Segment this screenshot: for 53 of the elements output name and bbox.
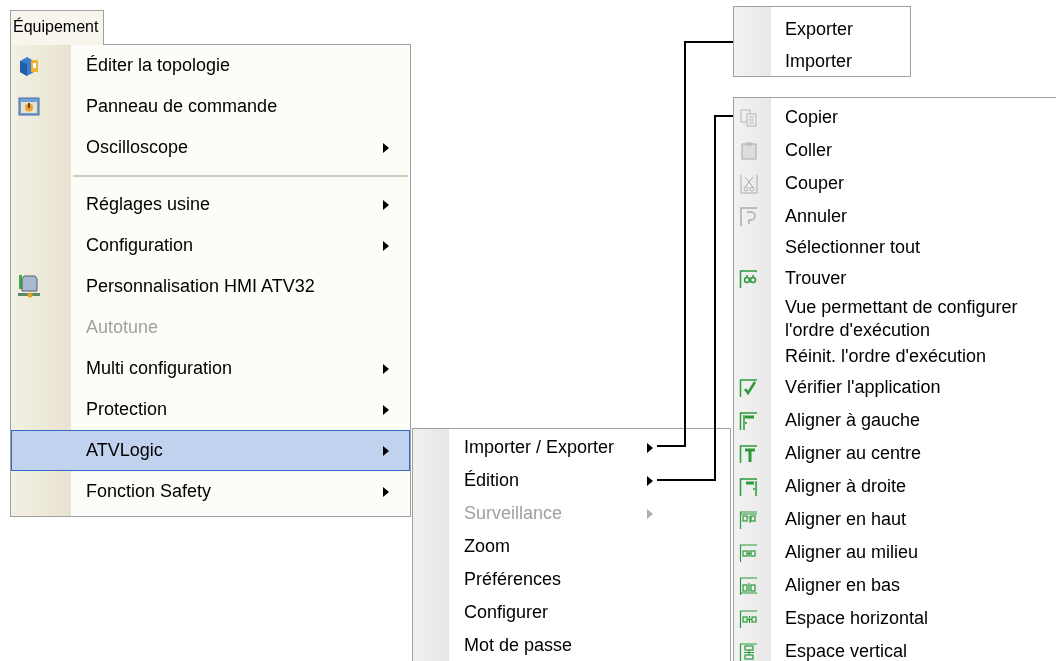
menu-item[interactable]: Protection: [11, 389, 410, 430]
align-right-icon: [739, 476, 759, 497]
menu-item[interactable]: Annuler: [734, 200, 1056, 233]
menu-item[interactable]: Sélectionner tout: [734, 233, 1056, 262]
align-middle-icon: [739, 542, 759, 563]
menu-item[interactable]: Éditer la topologie: [11, 45, 410, 86]
menu-item[interactable]: Vérifier l'application: [734, 371, 1056, 404]
menu-item[interactable]: Fonction Safety: [11, 471, 410, 512]
menu-tab[interactable]: Équipement: [10, 10, 104, 45]
menu-item[interactable]: Configurer: [413, 596, 730, 629]
menu-item[interactable]: Zoom: [413, 530, 730, 563]
clipboard-icon: [739, 140, 759, 161]
align-top-icon: [739, 509, 759, 530]
menu-item[interactable]: Aligner au centre: [734, 437, 1056, 470]
server-icon: [18, 273, 40, 300]
menu-item[interactable]: Édition: [413, 464, 730, 497]
menu-item[interactable]: Couper: [734, 167, 1056, 200]
menu-item[interactable]: Multi configuration: [11, 348, 410, 389]
menu-item[interactable]: Exporter: [734, 13, 910, 45]
undo-icon: [739, 206, 759, 227]
horizontal-spacing-icon: [739, 608, 759, 629]
align-bottom-icon: [739, 575, 759, 596]
binoculars-icon: [739, 268, 759, 289]
menu-item[interactable]: Espace horizontal: [734, 602, 1056, 635]
menu-item[interactable]: Réglages usine: [11, 184, 410, 225]
menu-item[interactable]: Aligner en bas: [734, 569, 1056, 602]
menu-item[interactable]: Importer: [734, 45, 910, 77]
menu-item[interactable]: ATVLogic: [11, 430, 410, 471]
menu-item[interactable]: Aligner à gauche: [734, 404, 1056, 437]
scissors-icon: [739, 173, 759, 194]
align-left-icon: [739, 410, 759, 431]
menu-item[interactable]: Importer / Exporter: [413, 431, 730, 464]
window-icon: [18, 96, 40, 117]
vertical-spacing-icon: [739, 641, 759, 661]
menu-item[interactable]: Copier: [734, 101, 1056, 134]
menu-item[interactable]: Trouver: [734, 262, 1056, 295]
menu-item[interactable]: Espace vertical: [734, 635, 1056, 661]
menu-item[interactable]: Aligner en haut: [734, 503, 1056, 536]
menu-item[interactable]: Oscilloscope: [11, 127, 410, 168]
menu-item[interactable]: Aligner à droite: [734, 470, 1056, 503]
menu-item[interactable]: Panneau de commande: [11, 86, 410, 127]
menu-item[interactable]: Mot de passe: [413, 629, 730, 661]
menu-item[interactable]: Aligner au milieu: [734, 536, 1056, 569]
menu-item[interactable]: Coller: [734, 134, 1056, 167]
menu-item[interactable]: Personnalisation HMI ATV32: [11, 266, 410, 307]
menu-item[interactable]: Vue permettant de configurer l'ordre d'exécution: [734, 295, 1056, 342]
copy-icon: [739, 107, 759, 128]
checkmark-icon: [739, 377, 759, 398]
menu-item[interactable]: Réinit. l'ordre d'exécution: [734, 342, 1056, 371]
align-center-icon: [739, 443, 759, 464]
menu-item[interactable]: Configuration: [11, 225, 410, 266]
menu-item[interactable]: Préférences: [413, 563, 730, 596]
cube-icon: [18, 54, 40, 77]
